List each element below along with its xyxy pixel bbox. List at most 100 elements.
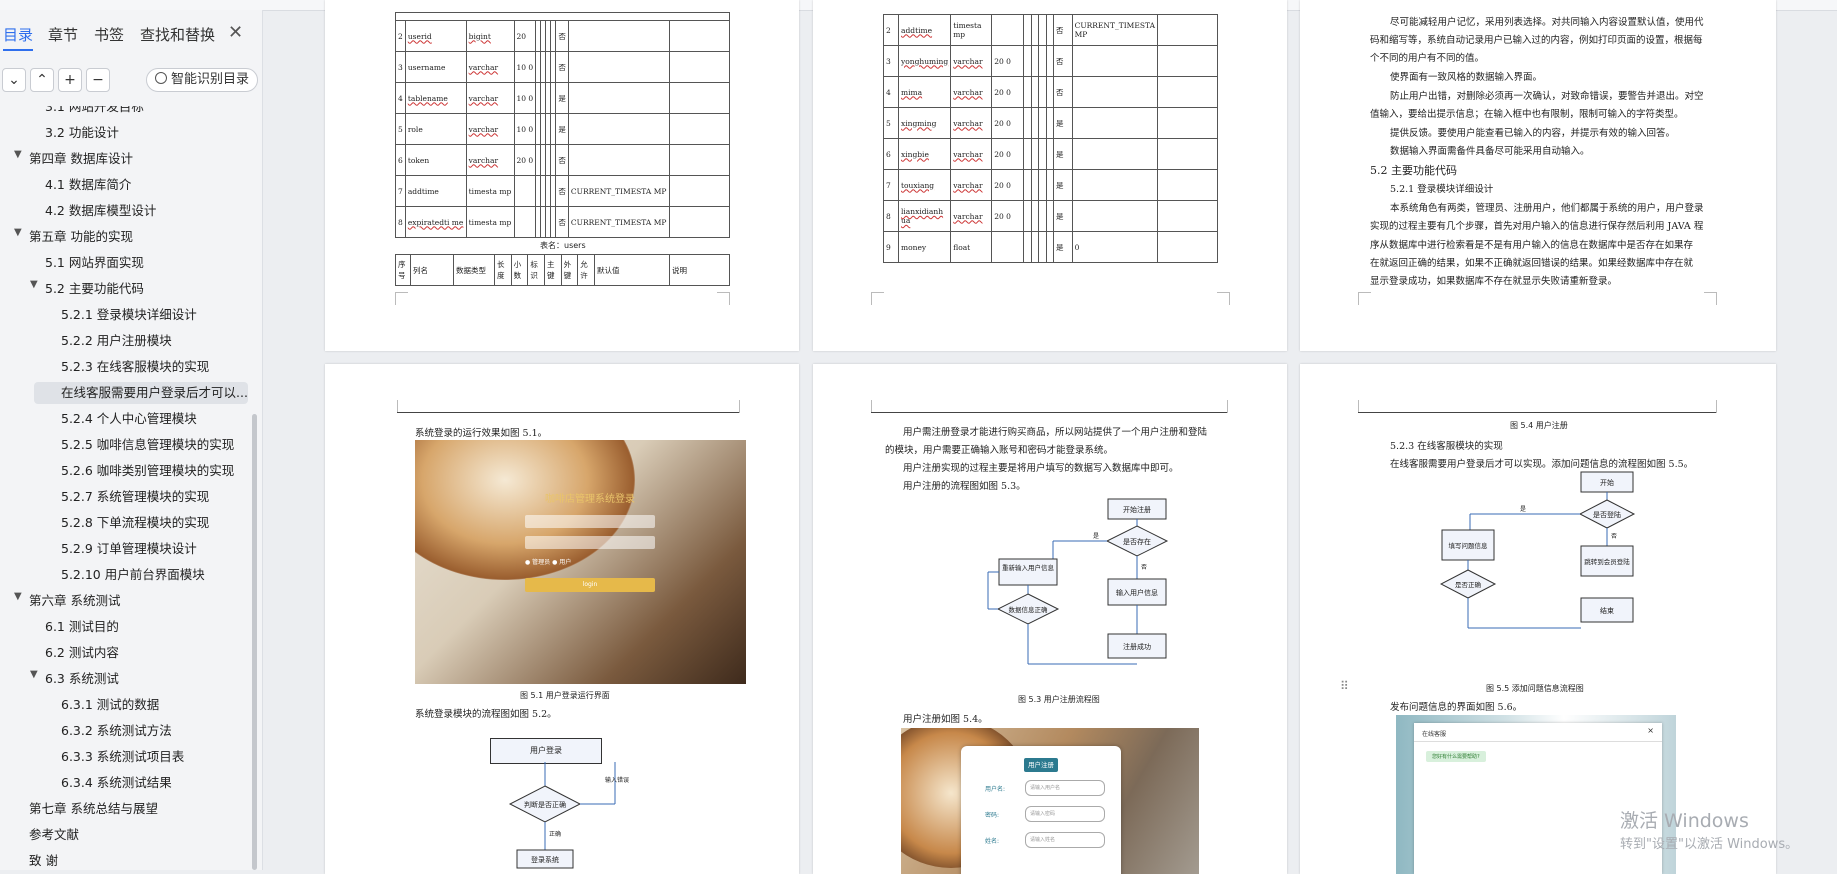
toc-item[interactable]: 第五章 功能的实现 <box>29 226 133 248</box>
drag-handle-icon[interactable]: ⠿ <box>1340 679 1349 693</box>
paragraph-line: 用户注册的流程图如图 5.3。 <box>903 481 1026 492</box>
tab-bookmarks[interactable]: 书签 <box>94 24 124 45</box>
flow-decision-text: 数据信息正确 <box>1009 605 1049 614</box>
document-page: 尽可能减轻用户记忆，采用列表选择。对共同输入内容设置默认值，使用代 码和缩写等，… <box>1300 0 1776 351</box>
toc-item[interactable]: 6.2 测试内容 <box>45 642 119 664</box>
toc-item[interactable]: 4.2 数据库模型设计 <box>45 200 156 222</box>
margin-corner <box>1704 292 1717 305</box>
toc-item-selected[interactable]: 在线客服需要用户登录后才可以... <box>34 382 248 404</box>
margin-corner <box>1358 292 1371 305</box>
register-title: 用户注册 <box>1024 758 1058 772</box>
toc-item[interactable]: 5.2.6 咖啡类别管理模块的实现 <box>61 460 234 482</box>
close-icon[interactable]: ✕ <box>228 22 243 43</box>
toc-item[interactable]: 6.3.2 系统测试方法 <box>61 720 172 742</box>
sidebar-tabs: 目录 章节 书签 查找和替换 <box>0 24 262 54</box>
tab-chapters[interactable]: 章节 <box>48 24 78 45</box>
tab-find-replace[interactable]: 查找和替换 <box>140 24 215 45</box>
table-row: 7 touxiang varchar 20 0是 <box>883 169 1218 201</box>
flow-decision-text: 判断是否正确 <box>524 800 566 809</box>
paragraph-line: 数据输入界面需备件具备尽可能采用自动输入。 <box>1390 146 1590 157</box>
login-flowchart: 判断是否正确 输入错误 正确 登录系统 <box>508 762 629 869</box>
paragraph-line: 个不同的用户有不同的值。 <box>1370 53 1485 64</box>
paragraph-line: 提供反馈。要使用户能查看已输入的内容，并提示有效的输入回答。 <box>1390 128 1676 139</box>
flow-decision-text: 是否正确 <box>1455 580 1482 589</box>
tab-toc[interactable]: 目录 <box>3 24 34 51</box>
chat-message: 您好有什么需要帮助? <box>1426 751 1486 762</box>
toc-item[interactable]: 第七章 系统总结与展望 <box>29 798 158 820</box>
flow-start-text: 开始 <box>1600 478 1614 487</box>
table-row: 4 mima varchar 20 0否 <box>883 76 1218 108</box>
table-row: 6 token varchar 20 0否 <box>395 144 730 176</box>
toc-item[interactable]: 3.1 网站开发目标 <box>45 106 144 118</box>
expand-triangle-icon[interactable]: ▼ <box>30 279 38 290</box>
flow-label-no: 否 <box>1141 564 1147 571</box>
login-screenshot-image: 咖啡店管理系统登录 ● 管理员 ● 用户 login <box>415 440 746 684</box>
expand-triangle-icon[interactable]: ▼ <box>14 149 22 160</box>
paragraph-line: 值输入，要给出提示信息；在输入框中也有限制，限制可输入的字符类型。 <box>1370 109 1684 120</box>
flow-label-yes: 是 <box>1093 533 1099 540</box>
paragraph-line: 防止用户出错，对删除必须再一次确认，对致命错误，要警告并退出。对空 <box>1390 91 1704 102</box>
flow-label-yes: 是 <box>1520 506 1526 513</box>
expand-triangle-icon[interactable]: ▼ <box>14 227 22 238</box>
username-field: 请输入用户名 <box>1025 780 1105 796</box>
toc-item[interactable]: 5.2.7 系统管理模块的实现 <box>61 486 209 508</box>
toc-item[interactable]: 5.2.5 咖啡信息管理模块的实现 <box>61 434 234 456</box>
toc-item[interactable]: 5.2.4 个人中心管理模块 <box>61 408 197 430</box>
table-row: 5 xingming varchar 20 0是 <box>883 107 1218 139</box>
toc-item[interactable]: 5.2 主要功能代码 <box>45 278 144 300</box>
password-field: 请输入密码 <box>1025 806 1105 822</box>
name-field: 请输入姓名 <box>1025 832 1105 848</box>
expand-triangle-icon[interactable]: ▼ <box>14 591 22 602</box>
toc-item[interactable]: 6.3.3 系统测试项目表 <box>61 746 184 768</box>
toc-item[interactable]: 6.1 测试目的 <box>45 616 119 638</box>
ai-icon <box>155 72 167 84</box>
paragraph-line: 序从数据库中进行检索看是不是有用户输入的信息在数据库中是否存在如果存 <box>1370 240 1694 251</box>
ai-recognize-toc-button[interactable]: 智能识别目录 <box>146 68 259 92</box>
toc-item[interactable]: 3.2 功能设计 <box>45 122 119 144</box>
table-header-row: 序号 列名 数据类型 长度 小数 标识 主键 外键 允许 默认值 说明 <box>395 254 730 286</box>
role-radios: ● 管理员 ● 用户 <box>525 559 572 566</box>
chevron-down-icon[interactable]: ⌄ <box>2 68 26 92</box>
toc-item[interactable]: 5.2.10 用户前台界面模块 <box>61 564 205 586</box>
flow-decision-text: 是否存在 <box>1123 537 1151 546</box>
paragraph-line: 在就返回正确的结果，如果不正确就返回错误的结果。如果经数据库中存在就 <box>1370 258 1694 269</box>
chevron-up-icon[interactable]: ⌃ <box>30 68 54 92</box>
margin-corner <box>717 292 730 305</box>
margin-corner <box>1217 292 1230 305</box>
table-row: 3 username varchar 10 0否 <box>395 51 730 83</box>
toc-item[interactable]: 6.3 系统测试 <box>45 668 119 690</box>
toc-item[interactable]: 5.1 网站界面实现 <box>45 252 144 274</box>
register-form: 用户注册 用户名: 请输入用户名 密码: 请输入密码 姓名: 请输入姓名 <box>961 746 1121 874</box>
username-field <box>525 515 655 528</box>
toc-item[interactable]: 致 谢 <box>29 850 58 870</box>
plus-icon[interactable]: + <box>58 68 82 92</box>
toc-item[interactable]: 5.2.9 订单管理模块设计 <box>61 538 197 560</box>
minus-icon[interactable]: − <box>86 68 110 92</box>
toc-item[interactable]: 6.3.4 系统测试结果 <box>61 772 172 794</box>
toc-item[interactable]: 5.2.3 在线客服模块的实现 <box>61 356 209 378</box>
flow-node-text: 填写问题信息 <box>1449 541 1489 550</box>
paragraph-line: 尽可能减轻用户记忆，采用列表选择。对共同输入内容设置默认值，使用代 <box>1390 17 1704 28</box>
toc-item[interactable]: 第六章 系统测试 <box>29 590 120 612</box>
toc-item[interactable]: 5.2.2 用户注册模块 <box>61 330 172 352</box>
toc-item[interactable]: 参考文献 <box>29 824 79 846</box>
flow-node: 用户登录 <box>490 738 602 764</box>
field-label: 姓名: <box>985 838 1000 845</box>
section-heading: 5.2.1 登录模块详细设计 <box>1390 184 1494 195</box>
figure-caption: 图 5.3 用户注册流程图 <box>1018 695 1100 704</box>
toc-item[interactable]: 4.1 数据库简介 <box>45 174 131 196</box>
toc-item[interactable]: 5.2.1 登录模块详细设计 <box>61 304 197 326</box>
close-icon: × <box>1647 726 1654 735</box>
field-label: 用户名: <box>985 786 1006 793</box>
document-page: 图 5.4 用户注册 5.2.3 在线客服模块的实现 在线客服需要用户登录后才可… <box>1300 364 1776 874</box>
flow-start-text: 开始注册 <box>1123 505 1151 514</box>
users-table: 2 userid bigint 20 否 3 username varchar 10 0否 4… <box>395 12 730 238</box>
section-heading: 5.2.3 在线客服模块的实现 <box>1390 441 1503 452</box>
toc-item[interactable]: 5.2.8 下单流程模块的实现 <box>61 512 209 534</box>
toc-item[interactable]: 6.3.1 测试的数据 <box>61 694 159 716</box>
sidebar-scrollbar[interactable] <box>252 414 257 870</box>
expand-triangle-icon[interactable]: ▼ <box>30 669 38 680</box>
toc-item[interactable]: 第四章 数据库设计 <box>29 148 133 170</box>
table-row: 8 lianxidianh ua varchar 20 0是 <box>883 200 1218 232</box>
paragraph-line: 使界面有一致风格的数据输入界面。 <box>1390 72 1543 83</box>
